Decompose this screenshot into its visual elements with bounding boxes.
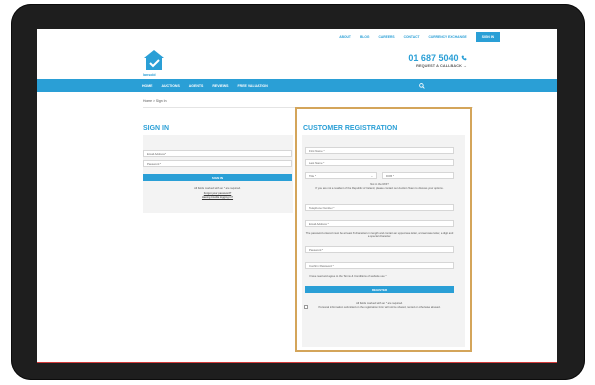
nav-currency-exchange[interactable]: CURRENCY EXCHANGE xyxy=(428,35,466,39)
registration-required-note: All fields marked with an * are required… xyxy=(356,302,403,305)
terms-label[interactable]: I have read and agree to the Terms & Con… xyxy=(309,275,453,278)
logo-icon[interactable] xyxy=(143,48,165,72)
email-address-field[interactable]: Email Address * xyxy=(305,220,454,227)
chevron-down-icon: ⌄ xyxy=(370,174,373,178)
mainnav-free-valuation[interactable]: FREE VALUATION xyxy=(238,84,268,88)
register-button[interactable]: REGISTER xyxy=(305,286,454,293)
forgot-password-link[interactable]: Forgot your password? xyxy=(143,192,292,195)
first-name-field[interactable]: First Name * xyxy=(305,147,454,154)
nav-blog[interactable]: BLOG xyxy=(360,35,370,39)
logo-text: lansold xyxy=(143,73,156,77)
nav-contact[interactable]: CONTACT xyxy=(404,35,420,39)
privacy-note: Personal information submitted on the re… xyxy=(318,306,441,309)
last-name-field[interactable]: Last Name * xyxy=(305,159,454,166)
nav-careers[interactable]: CAREERS xyxy=(378,35,394,39)
not-roi-text: If you are not a resident of the Republi… xyxy=(315,187,444,190)
signin-title: SIGN IN xyxy=(143,125,170,132)
required-note: All fields marked with an * are required… xyxy=(194,187,241,190)
email-field[interactable]: Email Address* xyxy=(143,150,292,157)
phone-icon xyxy=(461,55,467,61)
main-nav-items: HOME AUCTIONS AGENTS REVIEWS FREE VALUAT… xyxy=(142,79,277,92)
search-icon[interactable] xyxy=(415,79,429,92)
mainnav-agents[interactable]: AGENTS xyxy=(189,84,204,88)
arrow-right-icon: → xyxy=(463,64,467,68)
mainnav-reviews[interactable]: REVIEWS xyxy=(212,84,228,88)
trouble-logging-in-link[interactable]: Having trouble logging in? xyxy=(143,196,292,199)
confirm-password-field[interactable]: Confirm Password * xyxy=(305,262,454,269)
request-callback-link[interactable]: REQUEST A CALLBACK → xyxy=(416,64,467,68)
phone-number[interactable]: 01 687 5040 xyxy=(408,53,467,63)
main-navigation-bar: HOME AUCTIONS AGENTS REVIEWS FREE VALUAT… xyxy=(37,79,557,92)
not-roi-heading: Not in the ROI? xyxy=(370,183,389,186)
footer-accent-line xyxy=(37,362,557,363)
mainnav-auctions[interactable]: AUCTIONS xyxy=(162,84,180,88)
sign-in-button[interactable]: SIGN IN xyxy=(143,174,292,181)
nav-sign-in[interactable]: SIGN IN xyxy=(475,32,500,42)
password-field[interactable]: Password * xyxy=(143,160,292,167)
dob-field[interactable]: DOB * xyxy=(382,172,454,179)
registration-title: CUSTOMER REGISTRATION xyxy=(303,125,398,132)
top-navigation: ABOUT BLOG CAREERS CONTACT CURRENCY EXCH… xyxy=(330,32,500,42)
password-rules-text: The password entered must be at least 8 … xyxy=(305,232,454,238)
password-field-registration[interactable]: Password * xyxy=(305,246,454,253)
breadcrumb[interactable]: Home > Sign In xyxy=(143,99,166,103)
telephone-field[interactable]: Telephone Number * xyxy=(305,204,454,211)
nav-about[interactable]: ABOUT xyxy=(339,35,351,39)
mainnav-home[interactable]: HOME xyxy=(142,84,153,88)
browser-screen: ABOUT BLOG CAREERS CONTACT CURRENCY EXCH… xyxy=(37,29,557,363)
title-select[interactable]: Title * ⌄ xyxy=(305,172,377,179)
registration-panel xyxy=(302,135,465,347)
